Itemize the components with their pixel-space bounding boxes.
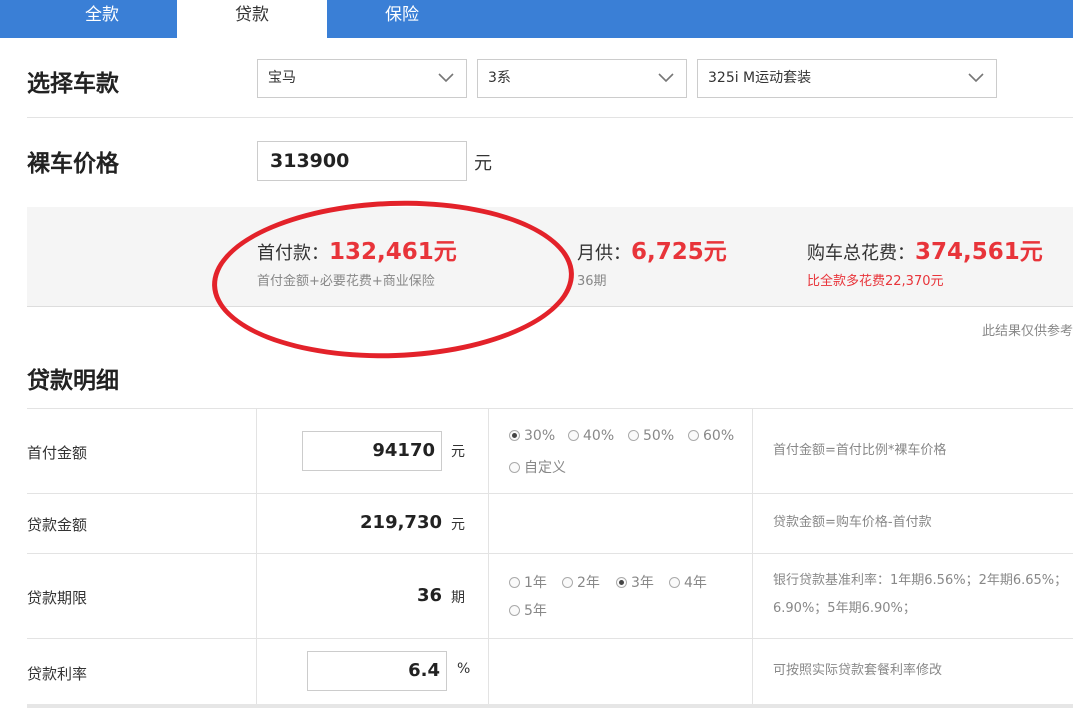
interest-rate-label: 贷款利率 (27, 665, 88, 683)
chevron-down-icon (658, 73, 674, 83)
table-bottom-border (27, 704, 1073, 708)
down-amount-input[interactable]: 94170 (302, 431, 442, 471)
chevron-down-icon (968, 73, 984, 83)
monthly-term-note: 36期 (577, 274, 607, 289)
down-payment-summary: 首付款：132,461元 (257, 232, 457, 266)
column-divider (752, 408, 753, 706)
series-select[interactable]: 3系 (477, 59, 687, 98)
divider (27, 117, 1073, 118)
loan-detail-table: 首付金额 94170 元 30% 40% 50% 60% 自定义 首付金额=首付… (27, 408, 1073, 705)
down-payment-summary-label: 首付款： (257, 243, 329, 264)
down-ratio-custom[interactable]: 自定义 (509, 457, 566, 477)
table-row: 贷款金额 219,730 元 贷款金额=购车价格-首付款 (27, 494, 1073, 554)
column-divider (256, 408, 257, 706)
interest-rate-hint-line2: 6.90%；5年期6.90%； (773, 601, 916, 616)
interest-rate-input[interactable]: 6.4 (307, 651, 447, 691)
loan-term-2y[interactable]: 2年 (562, 572, 600, 592)
loan-term-3y-label: 3年 (631, 575, 654, 591)
bare-price-input[interactable]: 313900 (257, 141, 467, 181)
down-ratio-custom-label: 自定义 (524, 460, 566, 476)
tab-insurance[interactable]: 保险 (327, 0, 477, 38)
series-select-value: 3系 (488, 70, 511, 86)
brand-select-value: 宝马 (268, 70, 296, 86)
monthly-payment-label: 月供： (577, 243, 631, 264)
loan-amount-unit: 元 (451, 517, 465, 533)
model-select[interactable]: 325i M运动套装 (697, 59, 997, 98)
radio-icon (509, 577, 520, 588)
loan-term-unit: 期 (451, 590, 465, 606)
radio-icon (562, 577, 573, 588)
table-row: 首付金额 94170 元 30% 40% 50% 60% 自定义 首付金额=首付… (27, 409, 1073, 494)
down-ratio-50-label: 50% (643, 428, 675, 444)
loan-amount-hint: 贷款金额=购车价格-首付款 (773, 515, 932, 530)
interest-rate-hint-line1: 银行贷款基准利率：1年期6.56%；2年期6.65%； (773, 573, 1068, 588)
select-car-label: 选择车款 (27, 71, 119, 97)
chevron-down-icon (438, 73, 454, 83)
down-ratio-30-label: 30% (524, 428, 556, 444)
down-amount-label: 首付金额 (27, 444, 88, 462)
total-cost-summary: 购车总花费：374,561元 (807, 232, 1043, 266)
down-amount-hint: 首付金额=首付比例*裸车价格 (773, 443, 947, 458)
loan-term-3y[interactable]: 3年 (616, 572, 654, 592)
loan-term-1y-label: 1年 (524, 575, 547, 591)
down-ratio-40-label: 40% (583, 428, 615, 444)
monthly-payment-summary: 月供：6,725元 (577, 232, 727, 266)
down-ratio-60-label: 60% (703, 428, 735, 444)
table-row: 贷款利率 6.4 % 可按照实际贷款套餐利率修改 (27, 639, 1073, 705)
tab-bar: 全款 贷款 保险 (0, 0, 1073, 38)
down-ratio-50[interactable]: 50% (628, 428, 674, 444)
total-cost-label: 购车总花费： (807, 243, 915, 264)
down-amount-unit: 元 (451, 444, 465, 460)
column-divider (488, 408, 489, 706)
down-ratio-40[interactable]: 40% (568, 428, 614, 444)
down-ratio-60[interactable]: 60% (688, 428, 734, 444)
loan-term-4y-label: 4年 (684, 575, 707, 591)
loan-term-5y[interactable]: 5年 (509, 600, 547, 620)
total-cost-value: 374,561元 (915, 239, 1043, 265)
loan-term-5y-label: 5年 (524, 603, 547, 619)
table-row: 贷款期限 36 期 1年 2年 3年 4年 5年 银行贷款基准利率：1年期6.5… (27, 554, 1073, 639)
loan-term-2y-label: 2年 (577, 575, 600, 591)
extra-cost-note: 比全款多花费22,370元 (807, 274, 944, 289)
loan-term-label: 贷款期限 (27, 589, 88, 607)
loan-amount-value: 219,730 (360, 512, 442, 533)
radio-icon (616, 577, 627, 588)
down-payment-note: 首付金额+必要花费+商业保险 (257, 274, 435, 289)
interest-rate-unit: % (457, 661, 471, 677)
down-payment-summary-value: 132,461元 (329, 239, 457, 265)
loan-summary-panel: 首付款：132,461元 首付金额+必要花费+商业保险 月供：6,725元 36… (27, 207, 1073, 307)
disclaimer-text: 此结果仅供参考 (981, 324, 1073, 339)
loan-term-4y[interactable]: 4年 (669, 572, 707, 592)
loan-term-1y[interactable]: 1年 (509, 572, 547, 592)
down-ratio-30[interactable]: 30% (509, 428, 555, 444)
radio-icon (628, 430, 639, 441)
loan-term-value: 36 (416, 585, 442, 606)
loan-detail-title: 贷款明细 (27, 368, 119, 394)
loan-amount-label: 贷款金额 (27, 516, 88, 534)
brand-select[interactable]: 宝马 (257, 59, 467, 98)
tab-full-payment[interactable]: 全款 (27, 0, 177, 38)
radio-icon (509, 430, 520, 441)
radio-icon (669, 577, 680, 588)
tab-loan[interactable]: 贷款 (177, 0, 327, 38)
model-select-value: 325i M运动套装 (708, 70, 812, 86)
radio-icon (509, 605, 520, 616)
interest-rate-hint: 可按照实际贷款套餐利率修改 (773, 663, 943, 678)
monthly-payment-value: 6,725元 (631, 239, 727, 265)
radio-icon (688, 430, 699, 441)
bare-price-label: 裸车价格 (27, 151, 119, 177)
radio-icon (509, 462, 520, 473)
price-unit: 元 (474, 153, 492, 174)
radio-icon (568, 430, 579, 441)
